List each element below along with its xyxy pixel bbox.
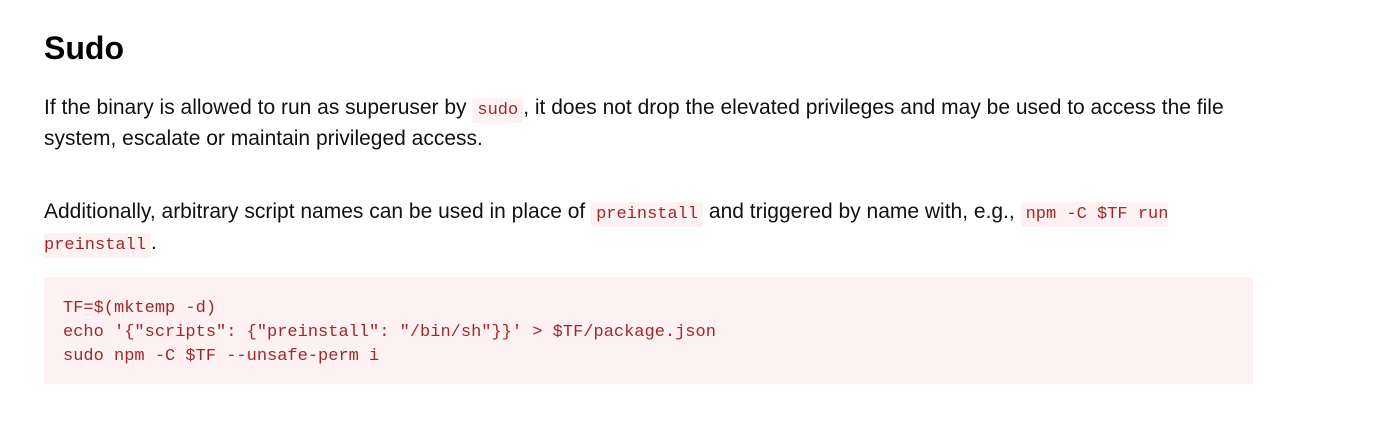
paragraph-text: If the binary is allowed to run as super…: [44, 96, 473, 119]
additional-paragraph: Additionally, arbitrary script names can…: [44, 198, 1259, 260]
inline-code-preinstall: preinstall: [591, 202, 704, 227]
description-paragraph: If the binary is allowed to run as super…: [44, 94, 1259, 153]
section-heading: Sudo: [44, 30, 124, 66]
paragraph-text: and triggered by name with, e.g.,: [703, 200, 1021, 223]
paragraph-text: Additionally, arbitrary script names can…: [44, 200, 592, 223]
code-line: sudo npm -C $TF --unsafe-perm i: [63, 347, 380, 366]
code-block[interactable]: TF=$(mktemp -d) echo '{"scripts": {"prei…: [44, 277, 1253, 384]
code-line: TF=$(mktemp -d): [63, 299, 217, 318]
code-line: echo '{"scripts": {"preinstall": "/bin/s…: [63, 323, 716, 342]
paragraph-text: .: [151, 231, 157, 254]
inline-code-sudo: sudo: [472, 98, 524, 123]
